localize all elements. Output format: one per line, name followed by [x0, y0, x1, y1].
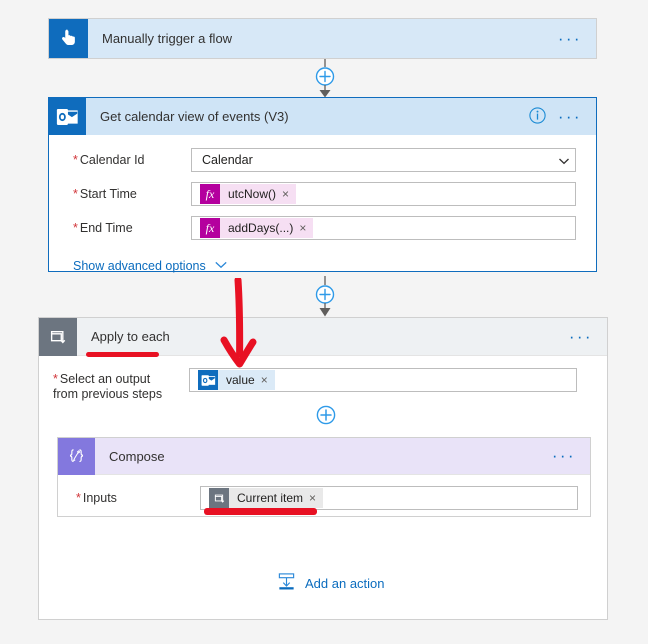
token-utcnow[interactable]: fx utcNow() ×	[200, 184, 297, 204]
outlook-action-card[interactable]: Get calendar view of events (V3) ··· * Ca…	[48, 97, 597, 273]
outlook-header-actions: ···	[529, 106, 596, 127]
required-asterisk: *	[76, 490, 81, 505]
token-remove-button[interactable]: ×	[261, 373, 268, 387]
token-label: addDays(...)	[228, 221, 294, 235]
show-advanced-options-label: Show advanced options	[73, 259, 206, 273]
show-advanced-options-button[interactable]: Show advanced options	[49, 245, 596, 273]
apply-to-each-header[interactable]: Apply to each ···	[39, 317, 607, 356]
trigger-card[interactable]: Manually trigger a flow ···	[48, 18, 597, 59]
trigger-title: Manually trigger a flow	[102, 31, 233, 46]
token-current-item[interactable]: Current item ×	[209, 488, 324, 508]
field-row-start-time: * Start Time fx utcNow() ×	[49, 177, 596, 211]
token-body: utcNow() ×	[220, 184, 297, 204]
compose-braces-icon	[58, 437, 95, 475]
token-body: Current item ×	[229, 488, 324, 508]
calendar-id-value: Calendar	[202, 153, 253, 167]
required-asterisk: *	[73, 186, 78, 201]
field-label-inputs: * Inputs	[76, 490, 117, 505]
compose-title: Compose	[109, 448, 165, 464]
required-asterisk: *	[73, 220, 78, 235]
end-time-input[interactable]: fx addDays(...) ×	[191, 216, 576, 240]
connector-outlook-to-scope	[306, 276, 344, 318]
outlook-card-body: * Calendar Id Calendar * Start Time fx u…	[49, 135, 596, 273]
outlook-title: Get calendar view of events (V3)	[100, 109, 289, 124]
fx-icon: fx	[200, 218, 220, 238]
field-row-end-time: * End Time fx addDays(...) ×	[49, 211, 596, 245]
calendar-id-dropdown[interactable]: Calendar	[191, 148, 576, 172]
token-body: addDays(...) ×	[220, 218, 314, 238]
compose-menu-button[interactable]: ···	[552, 447, 576, 464]
apply-to-each-title: Apply to each	[91, 329, 170, 344]
tap-hand-icon	[49, 19, 88, 58]
token-adddays[interactable]: fx addDays(...) ×	[200, 218, 314, 238]
field-label-start-time: * Start Time	[73, 186, 137, 201]
token-remove-button[interactable]: ×	[282, 187, 289, 201]
field-label-select-output: * Select an output from previous steps	[53, 372, 163, 401]
field-row-select-output: * Select an output from previous steps v…	[39, 356, 607, 406]
outlook-menu-button[interactable]: ···	[558, 108, 582, 125]
add-step-plus-button[interactable]	[315, 404, 337, 429]
compose-header-actions: ···	[552, 447, 590, 464]
chevron-down-icon	[214, 259, 228, 273]
token-label: Current item	[237, 491, 304, 505]
loop-icon	[209, 488, 229, 508]
add-an-action-label: Add an action	[305, 575, 385, 591]
outlook-icon	[49, 98, 86, 135]
connector-trigger-to-outlook	[306, 59, 344, 99]
apply-to-each-header-actions: ···	[569, 328, 607, 345]
outlook-card-header[interactable]: Get calendar view of events (V3) ···	[49, 98, 596, 135]
fx-icon: fx	[200, 184, 220, 204]
token-value[interactable]: value ×	[198, 370, 275, 390]
token-label: utcNow()	[228, 187, 277, 201]
field-row-compose-inputs: * Inputs Current item ×	[58, 475, 590, 515]
token-remove-button[interactable]: ×	[309, 491, 316, 505]
trigger-card-header[interactable]: Manually trigger a flow ···	[49, 19, 596, 58]
trigger-menu-button[interactable]: ···	[558, 30, 582, 47]
compose-card-header[interactable]: Compose ···	[58, 437, 590, 475]
apply-to-each-card[interactable]: Apply to each ··· * Select an output from…	[38, 317, 608, 620]
required-asterisk: *	[73, 152, 78, 167]
apply-to-each-menu-button[interactable]: ···	[569, 328, 593, 345]
loop-icon	[39, 317, 77, 356]
field-label-end-time: * End Time	[73, 220, 133, 235]
compose-inputs-input[interactable]: Current item ×	[200, 486, 578, 510]
chevron-down-icon[interactable]	[557, 154, 569, 166]
token-body: value ×	[218, 370, 275, 390]
field-label-calendar-id: * Calendar Id	[73, 152, 145, 167]
token-remove-button[interactable]: ×	[299, 221, 306, 235]
flow-designer-canvas: Manually trigger a flow ··· Get calendar…	[0, 0, 648, 644]
field-row-calendar-id: * Calendar Id Calendar	[49, 143, 596, 177]
insert-action-icon	[277, 572, 296, 594]
trigger-header-actions: ···	[558, 30, 596, 47]
compose-card[interactable]: Compose ··· * Inputs Current item ×	[57, 437, 591, 517]
info-icon[interactable]	[529, 106, 546, 127]
select-output-input[interactable]: value ×	[189, 368, 577, 392]
outlook-icon	[198, 370, 218, 390]
required-asterisk: *	[53, 372, 58, 386]
token-label: value	[226, 373, 255, 387]
start-time-input[interactable]: fx utcNow() ×	[191, 182, 576, 206]
add-an-action-button[interactable]: Add an action	[277, 572, 385, 594]
